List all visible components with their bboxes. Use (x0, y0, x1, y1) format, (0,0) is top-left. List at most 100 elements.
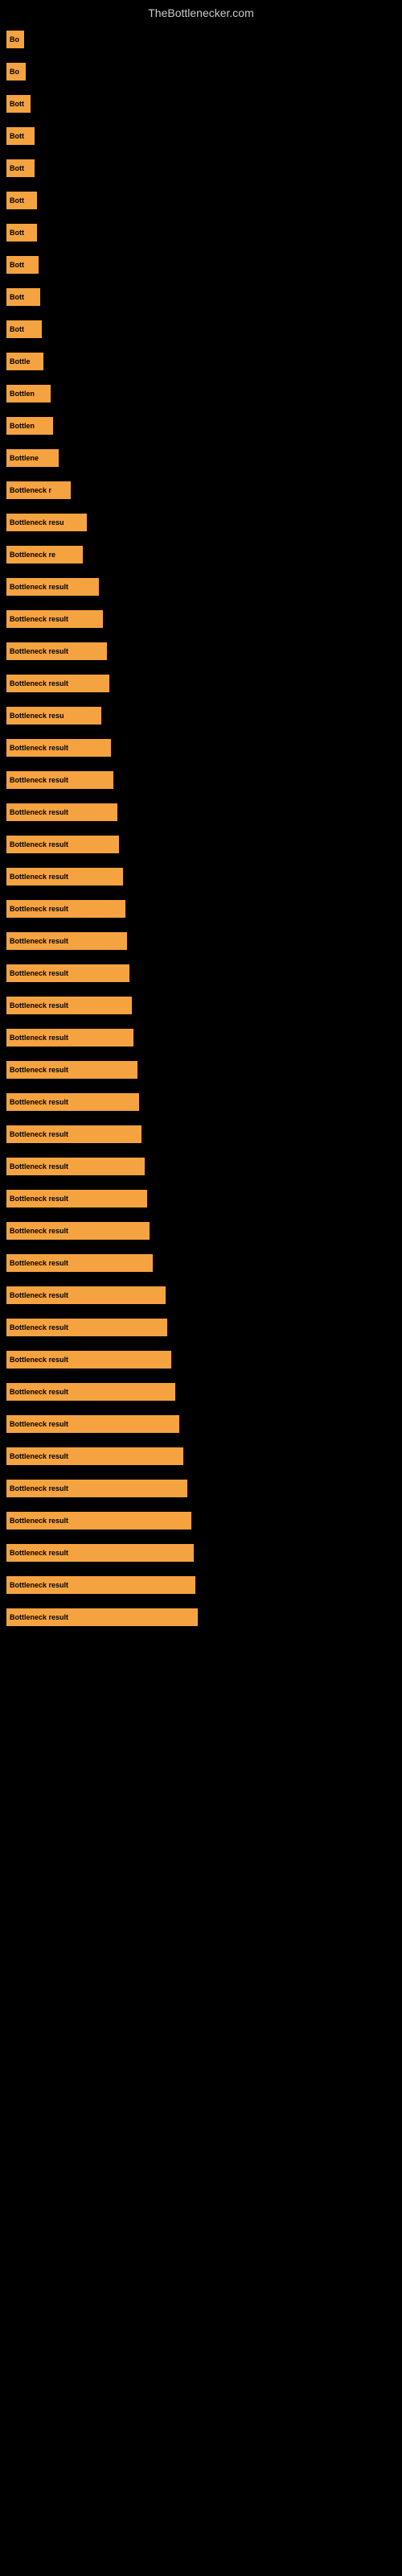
bar-row: Bottlen (6, 385, 402, 402)
bar-row: Bottleneck result (6, 1383, 402, 1401)
bars-container: Bo Bo Bott Bott Bott Bott Bott Bott Bott Bott Bott… (0, 23, 402, 1626)
bar-item: Bottleneck result (6, 771, 113, 789)
bar-item: Bott (6, 95, 31, 113)
bar-item: Bott (6, 288, 40, 306)
site-title-container: TheBottlenecker.com (0, 0, 402, 23)
bar-item: Bottleneck result (6, 1254, 153, 1272)
bar-item: Bottleneck result (6, 868, 123, 886)
bar-label: Bottleneck result (10, 1549, 68, 1557)
bar-label: Bottleneck result (10, 1356, 68, 1364)
bar-row: Bottleneck resu (6, 707, 402, 724)
bar-row: Bottleneck result (6, 1190, 402, 1208)
bar-label: Bottleneck result (10, 647, 68, 655)
bar-item: Bottleneck result (6, 578, 99, 596)
bar-row: Bottleneck result (6, 868, 402, 886)
bar-item: Bottleneck result (6, 900, 125, 918)
bar-item: Bottleneck result (6, 1319, 167, 1336)
bar-row: Bottleneck result (6, 610, 402, 628)
bar-label: Bottleneck result (10, 1034, 68, 1042)
bar-label: Bottlen (10, 422, 35, 430)
bar-item: Bo (6, 31, 24, 48)
bar-item: Bottleneck result (6, 997, 132, 1014)
bar-item: Bottle (6, 353, 43, 370)
bar-item: Bottleneck result (6, 675, 109, 692)
bar-item: Bott (6, 127, 35, 145)
bar-row: Bottleneck result (6, 1125, 402, 1143)
bar-row: Bottleneck result (6, 1319, 402, 1336)
bar-row: Bottleneck r (6, 481, 402, 499)
bar-row: Bottleneck result (6, 1222, 402, 1240)
bar-label: Bott (10, 293, 24, 301)
bar-label: Bottleneck result (10, 1388, 68, 1396)
bar-row: Bottleneck resu (6, 514, 402, 531)
bar-label: Bottleneck result (10, 1130, 68, 1138)
bar-item: Bottleneck result (6, 1093, 139, 1111)
bar-item: Bottleneck r (6, 481, 71, 499)
bar-row: Bottleneck result (6, 578, 402, 596)
bar-label: Bottleneck result (10, 1420, 68, 1428)
bar-item: Bottleneck result (6, 1383, 175, 1401)
bar-row: Bott (6, 127, 402, 145)
bar-label: Bottleneck result (10, 1452, 68, 1460)
bar-item: Bottleneck result (6, 1608, 198, 1626)
bar-row: Bottleneck result (6, 1029, 402, 1046)
bar-row: Bott (6, 256, 402, 274)
bar-label: Bott (10, 100, 24, 108)
bar-item: Bottlen (6, 385, 51, 402)
bar-row: Bottleneck result (6, 1512, 402, 1530)
bar-label: Bottlene (10, 454, 39, 462)
bar-item: Bottleneck result (6, 1222, 150, 1240)
bar-row: Bottleneck result (6, 1447, 402, 1465)
bar-label: Bott (10, 196, 24, 204)
bar-item: Bottleneck result (6, 739, 111, 757)
bar-row: Bottleneck result (6, 675, 402, 692)
bar-item: Bottleneck result (6, 803, 117, 821)
bar-row: Bott (6, 192, 402, 209)
bar-label: Bottleneck result (10, 840, 68, 848)
bar-item: Bottleneck resu (6, 514, 87, 531)
bar-label: Bottleneck result (10, 1195, 68, 1203)
bar-row: Bottleneck result (6, 739, 402, 757)
bar-item: Bottleneck result (6, 1544, 194, 1562)
bar-item: Bottleneck result (6, 1351, 171, 1368)
bar-row: Bottleneck re (6, 546, 402, 564)
bar-row: Bottleneck result (6, 1158, 402, 1175)
bar-row: Bottleneck result (6, 900, 402, 918)
bar-label: Bottleneck result (10, 808, 68, 816)
bar-label: Bottleneck result (10, 1098, 68, 1106)
bar-item: Bottleneck result (6, 836, 119, 853)
bar-label: Bottleneck r (10, 486, 51, 494)
bar-item: Bott (6, 256, 39, 274)
bar-row: Bo (6, 63, 402, 80)
bar-label: Bottleneck re (10, 551, 55, 559)
bar-label: Bottleneck result (10, 679, 68, 687)
bar-label: Bott (10, 132, 24, 140)
bar-label: Bottleneck result (10, 1227, 68, 1235)
bar-row: Bottleneck result (6, 1286, 402, 1304)
bar-row: Bottlene (6, 449, 402, 467)
bar-label: Bottleneck result (10, 583, 68, 591)
bar-item: Bottleneck result (6, 1447, 183, 1465)
bar-label: Bott (10, 164, 24, 172)
bar-item: Bottleneck result (6, 932, 127, 950)
bar-item: Bottlen (6, 417, 53, 435)
bar-item: Bottleneck result (6, 610, 103, 628)
bar-item: Bott (6, 320, 42, 338)
bar-label: Bo (10, 68, 19, 76)
bar-label: Bott (10, 325, 24, 333)
bar-label: Bottleneck result (10, 969, 68, 977)
bar-label: Bottlen (10, 390, 35, 398)
bar-row: Bo (6, 31, 402, 48)
bar-item: Bottleneck resu (6, 707, 101, 724)
bar-item: Bottleneck result (6, 1190, 147, 1208)
bar-label: Bottle (10, 357, 31, 365)
bar-row: Bottleneck result (6, 932, 402, 950)
bar-row: Bottleneck result (6, 1061, 402, 1079)
bar-item: Bottleneck result (6, 1415, 179, 1433)
bar-item: Bottleneck result (6, 1512, 191, 1530)
bar-row: Bott (6, 224, 402, 242)
bar-row: Bottleneck result (6, 1415, 402, 1433)
bar-item: Bottleneck result (6, 1576, 195, 1594)
bar-row: Bottleneck result (6, 642, 402, 660)
bar-row: Bottleneck result (6, 964, 402, 982)
